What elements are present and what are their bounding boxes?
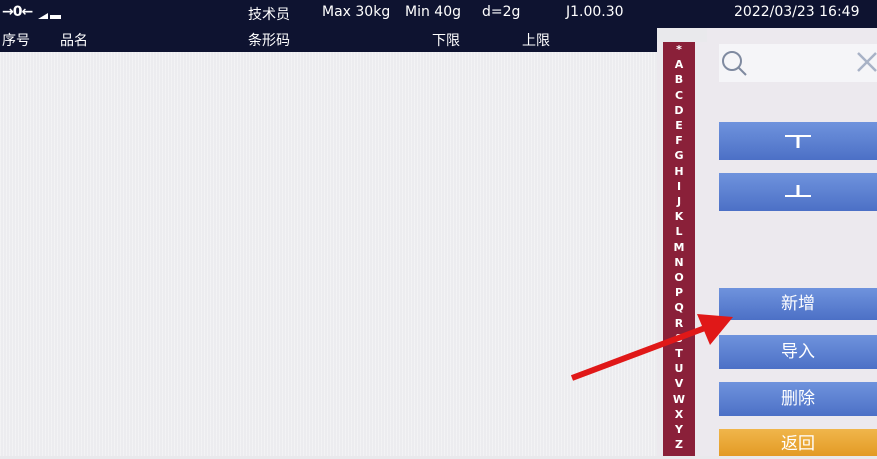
annotation-arrow (570, 314, 733, 381)
